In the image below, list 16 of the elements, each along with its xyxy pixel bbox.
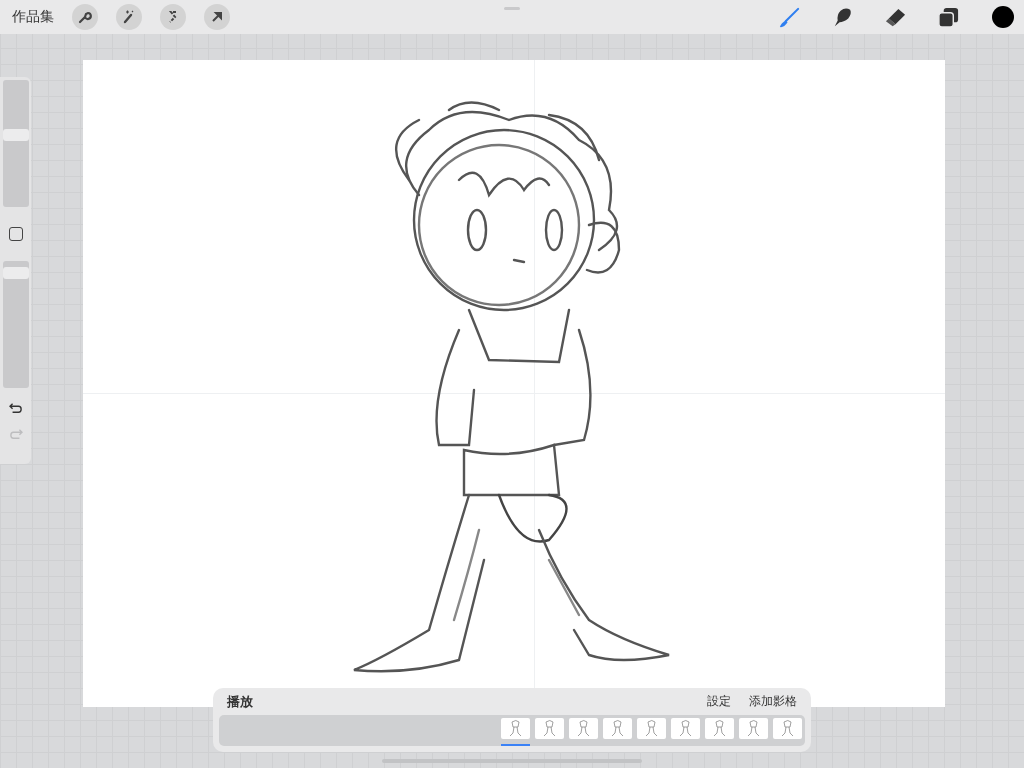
grabber-handle[interactable] [504, 7, 520, 10]
color-swatch[interactable] [992, 6, 1014, 28]
slider-handle[interactable] [2, 129, 29, 142]
opacity-slider[interactable] [2, 261, 29, 388]
undo-icon[interactable] [8, 402, 23, 414]
magic-wand-icon[interactable] [116, 4, 142, 30]
layers-icon[interactable] [937, 5, 960, 29]
timeline-button[interactable]: 添加影格 [749, 693, 797, 710]
timeline-button[interactable]: 設定 [707, 693, 731, 710]
brush-icon[interactable] [778, 5, 801, 29]
brush-size-slider[interactable] [2, 80, 29, 207]
gallery-button[interactable]: 作品集 [12, 8, 54, 26]
modify-button[interactable] [8, 227, 23, 241]
playback-button[interactable]: 播放 [227, 692, 253, 711]
frame-thumbnail[interactable] [501, 718, 530, 746]
slider-handle[interactable] [2, 266, 29, 279]
